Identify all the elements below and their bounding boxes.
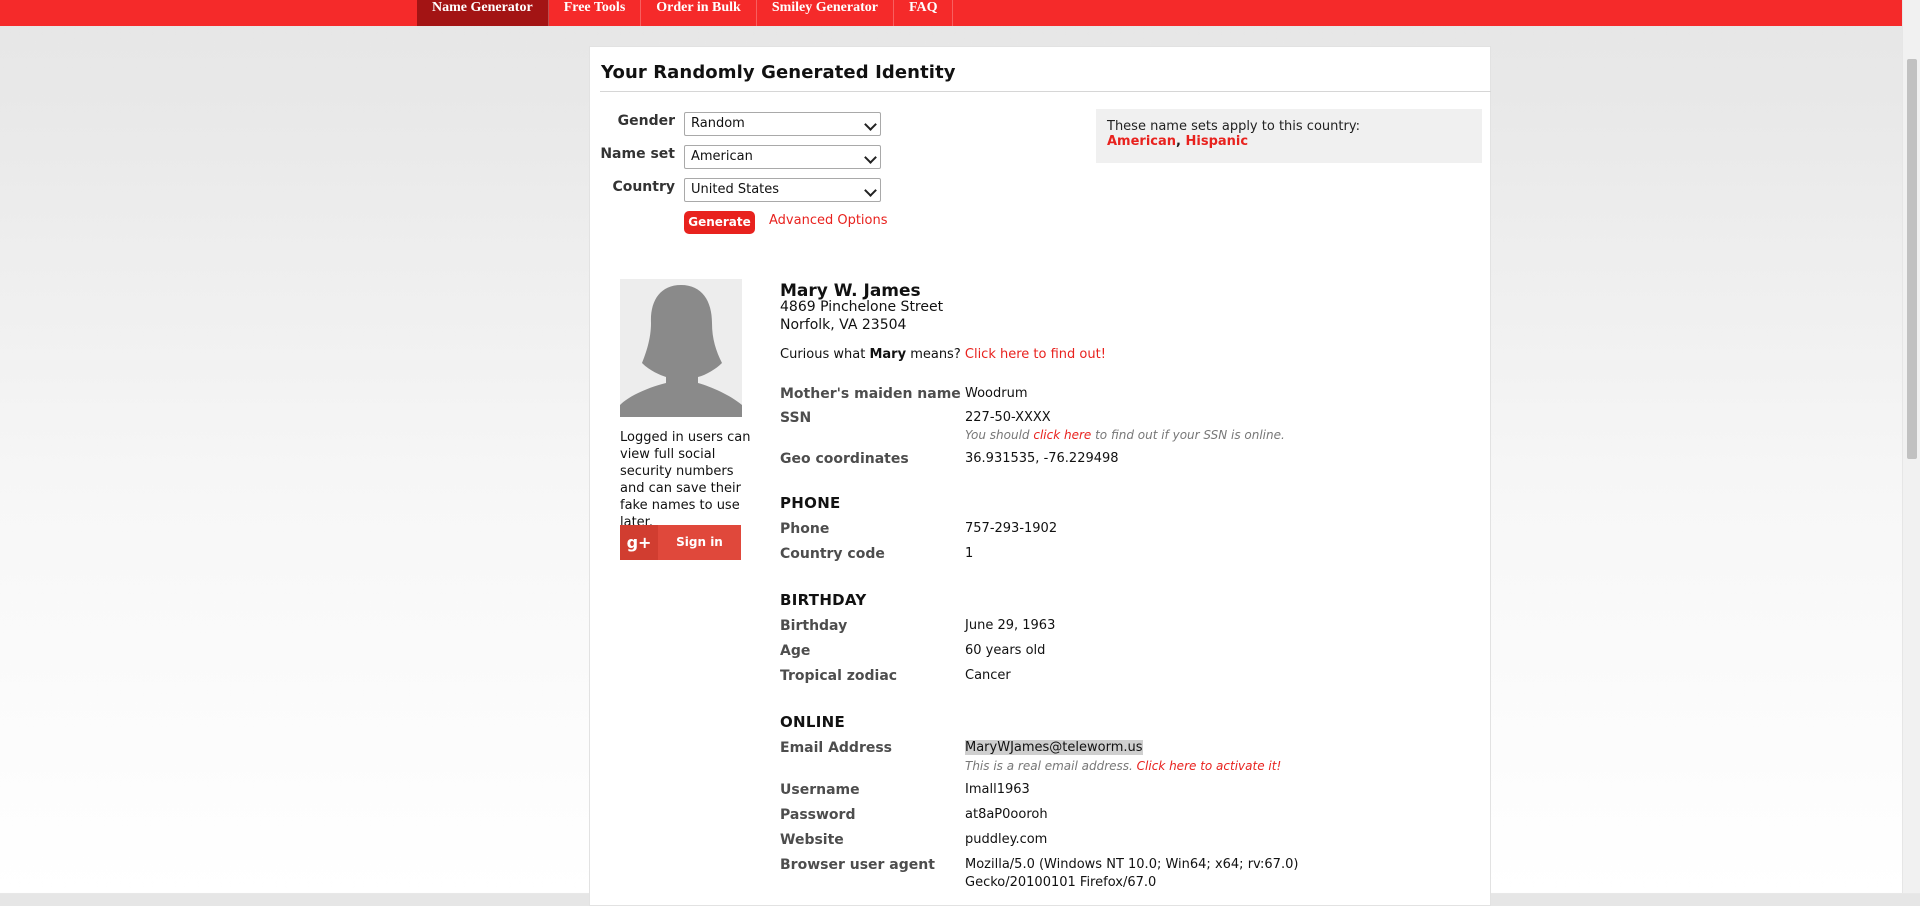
geo-label: Geo coordinates xyxy=(780,451,909,467)
website-value: puddley.com xyxy=(965,832,1048,847)
advanced-options-link[interactable]: Advanced Options xyxy=(769,213,888,228)
user-agent-line-1: Mozilla/5.0 (Windows NT 10.0; Win64; x64… xyxy=(965,857,1299,872)
name-set-separator: , xyxy=(1176,134,1186,149)
zodiac-value: Cancer xyxy=(965,668,1011,683)
ssn-check-link[interactable]: click here xyxy=(1033,428,1091,442)
main-nav: Name Generator Free Tools Order in Bulk … xyxy=(417,0,954,26)
title-divider xyxy=(600,91,1491,92)
curious-prefix: Curious what xyxy=(780,347,870,362)
user-agent-label: Browser user agent xyxy=(780,857,935,873)
page-title: Your Randomly Generated Identity xyxy=(601,62,956,83)
ssn-note-prefix: You should xyxy=(965,428,1034,442)
website-label: Website xyxy=(780,832,844,848)
nav-order-in-bulk[interactable]: Order in Bulk xyxy=(641,0,757,26)
name-set-link-hispanic[interactable]: Hispanic xyxy=(1186,134,1249,149)
nav-free-tools[interactable]: Free Tools xyxy=(549,0,642,26)
password-label: Password xyxy=(780,807,856,823)
scrollbar-thumb[interactable] xyxy=(1907,59,1917,459)
geo-coordinates-link[interactable]: 36.931535, -76.229498 xyxy=(965,451,1119,466)
page-scrollbar[interactable] xyxy=(1902,0,1920,893)
ssn-value: 227-50-XXXX xyxy=(965,410,1051,425)
username-value: Imall1963 xyxy=(965,782,1030,797)
email-label: Email Address xyxy=(780,740,893,756)
nav-name-generator[interactable]: Name Generator xyxy=(417,0,549,26)
phone-label: Phone xyxy=(780,521,830,537)
avatar-silhouette-icon xyxy=(620,279,742,417)
country-code-value: 1 xyxy=(965,546,974,561)
email-note-text: This is a real email address. xyxy=(965,759,1137,773)
password-value: at8aP0ooroh xyxy=(965,807,1048,822)
maiden-name-value: Woodrum xyxy=(965,386,1028,401)
phone-section-heading: PHONE xyxy=(780,494,841,512)
name-set-link-american[interactable]: American xyxy=(1107,134,1176,149)
name-meaning-line: Curious what Mary means? Click here to f… xyxy=(780,347,1106,362)
google-signin-button[interactable]: g+ Sign in xyxy=(620,525,741,560)
identity-full-name: Mary W. James xyxy=(780,281,921,301)
birthday-label: Birthday xyxy=(780,618,848,634)
birthday-section-heading: BIRTHDAY xyxy=(780,591,867,609)
email-address-text: MaryWJames@teleworm.us xyxy=(965,740,1143,755)
nav-smiley-generator[interactable]: Smiley Generator xyxy=(757,0,894,26)
zodiac-label: Tropical zodiac xyxy=(780,668,898,684)
phone-value: 757-293-1902 xyxy=(965,521,1058,536)
address-street: 4869 Pinchelone Street xyxy=(780,299,944,315)
name-set-select[interactable]: American xyxy=(684,145,881,169)
chevron-down-icon xyxy=(864,151,877,164)
country-select-value: United States xyxy=(691,182,780,197)
online-section-heading: ONLINE xyxy=(780,713,846,731)
gender-select-value: Random xyxy=(691,116,745,131)
ssn-label: SSN xyxy=(780,410,812,426)
email-note: This is a real email address. Click here… xyxy=(965,759,1281,773)
notice-text: These name sets apply to this country: xyxy=(1107,119,1360,134)
name-sets-notice: These name sets apply to this country: A… xyxy=(1096,109,1482,163)
gender-label: Gender xyxy=(617,113,675,129)
maiden-name-label: Mother's maiden name xyxy=(780,386,961,402)
name-sets-list: American, Hispanic xyxy=(1107,134,1471,149)
name-meaning-link[interactable]: Click here to find out! xyxy=(965,347,1106,362)
nav-faq[interactable]: FAQ xyxy=(894,0,954,26)
chevron-down-icon xyxy=(864,184,877,197)
email-activate-link[interactable]: Click here to activate it! xyxy=(1137,759,1282,773)
age-label: Age xyxy=(780,643,811,659)
gender-select[interactable]: Random xyxy=(684,112,881,136)
chevron-down-icon xyxy=(864,118,877,131)
top-navigation-bar: Name Generator Free Tools Order in Bulk … xyxy=(0,0,1902,26)
google-plus-icon: g+ xyxy=(620,525,658,560)
birthday-value: June 29, 1963 xyxy=(965,618,1056,633)
curious-suffix: means? xyxy=(906,347,965,362)
ssn-note-suffix: to find out if your SSN is online. xyxy=(1091,428,1285,442)
age-value: 60 years old xyxy=(965,643,1046,658)
country-label: Country xyxy=(612,179,675,195)
signin-label: Sign in xyxy=(676,535,723,549)
country-select[interactable]: United States xyxy=(684,178,881,202)
user-agent-line-2: Gecko/20100101 Firefox/67.0 xyxy=(965,875,1157,890)
generate-button[interactable]: Generate xyxy=(684,211,755,234)
login-info-text: Logged in users can view full social sec… xyxy=(620,430,751,530)
name-set-select-value: American xyxy=(691,149,753,164)
username-label: Username xyxy=(780,782,860,798)
email-value[interactable]: MaryWJames@teleworm.us xyxy=(965,740,1143,755)
country-code-label: Country code xyxy=(780,546,885,562)
address-city: Norfolk, VA 23504 xyxy=(780,317,907,333)
name-set-label: Name set xyxy=(600,146,675,162)
identity-panel: Your Randomly Generated Identity Gender … xyxy=(589,46,1491,906)
first-name: Mary xyxy=(869,347,907,362)
ssn-note: You should click here to find out if you… xyxy=(965,428,1285,442)
